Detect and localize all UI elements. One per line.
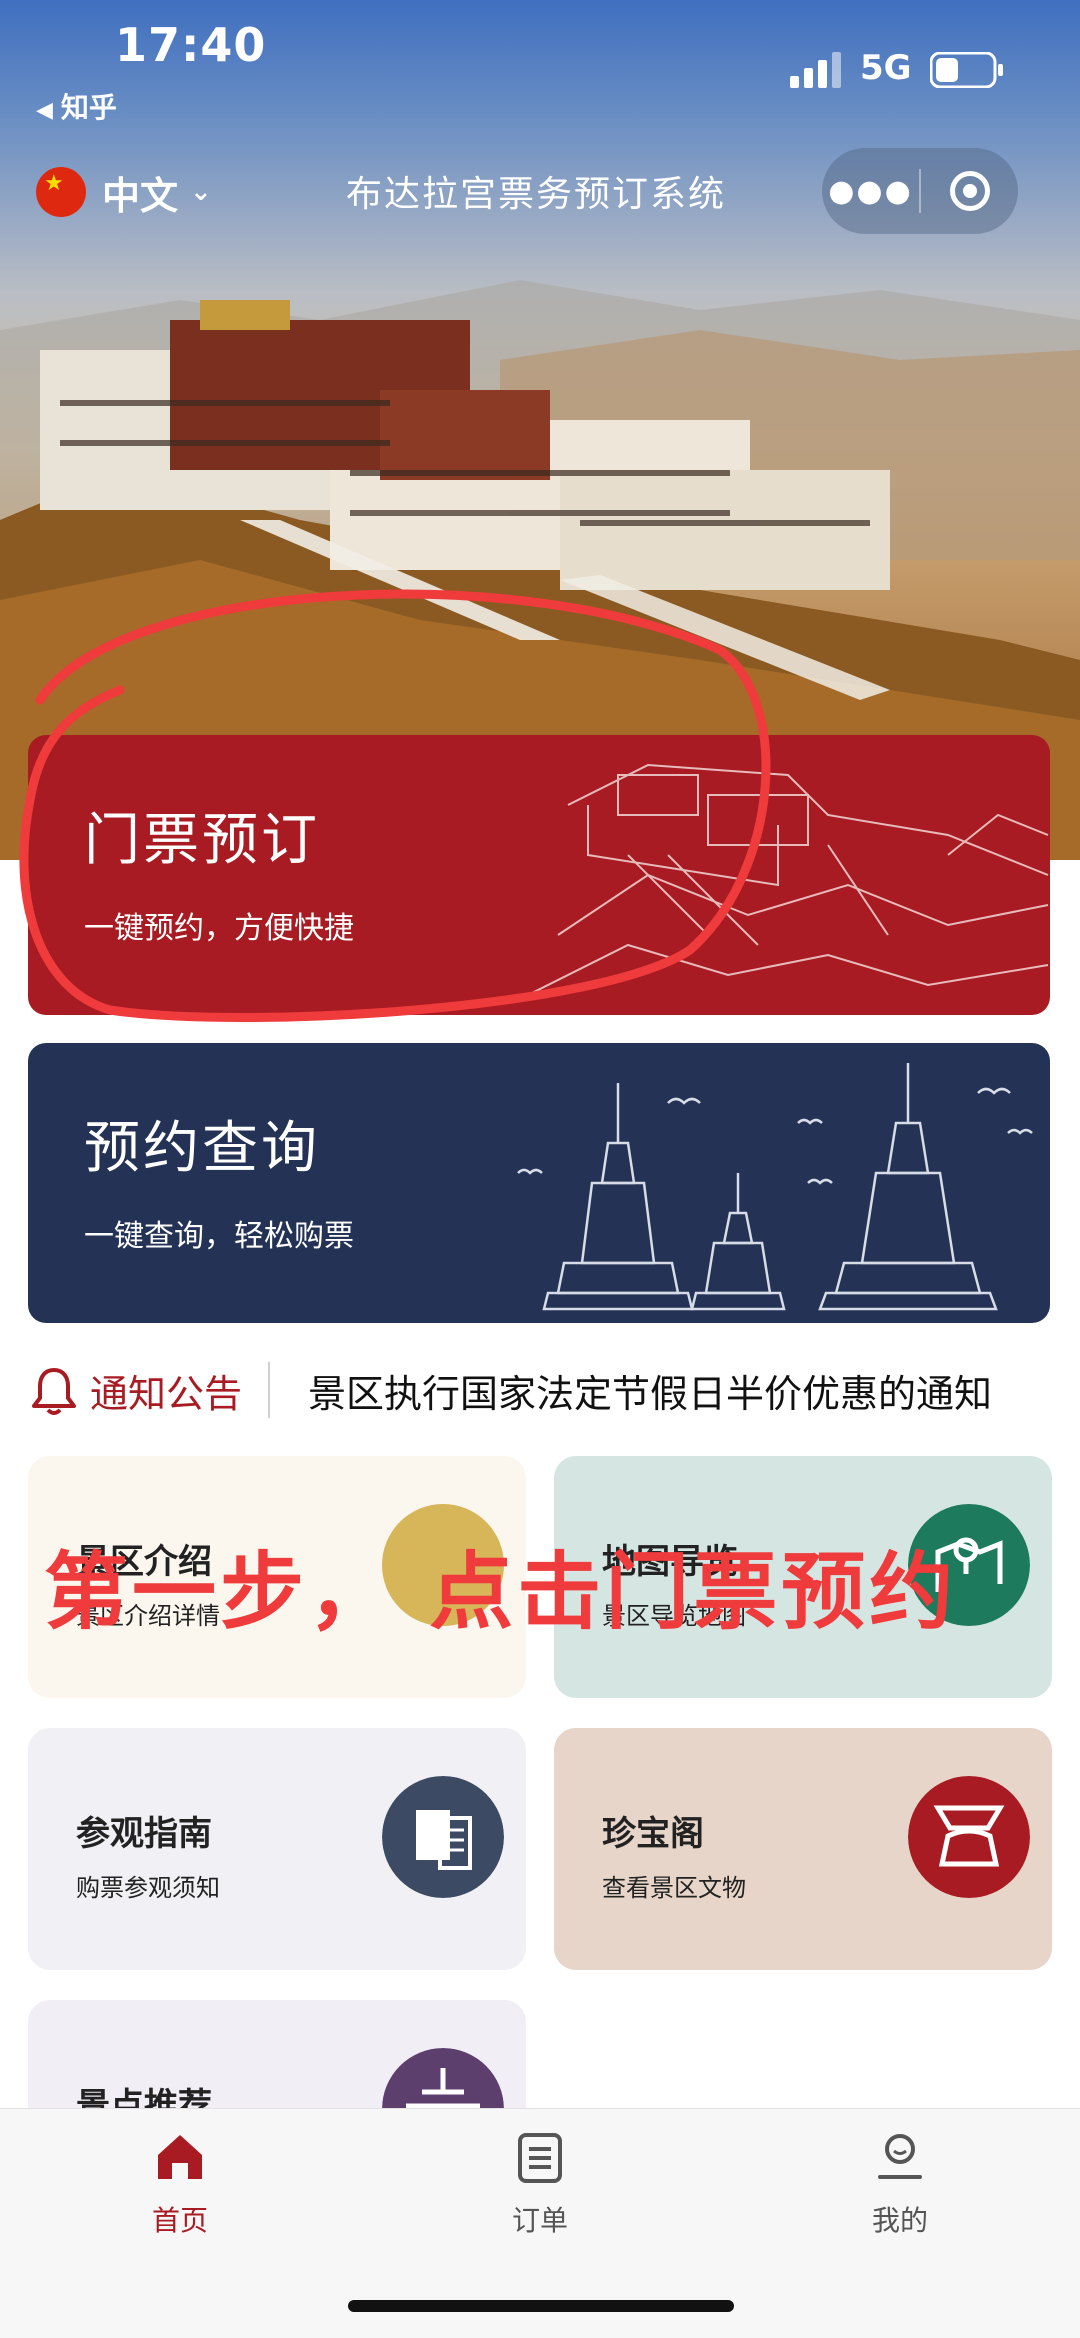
notice-divider (268, 1362, 271, 1418)
visit-guide-title: 参观指南 (76, 1814, 212, 1854)
treasure-pavilion-subtitle: 查看景区文物 (602, 1874, 746, 1902)
treasure-pavilion-card[interactable]: 珍宝阁 查看景区文物 (554, 1728, 1052, 1970)
status-time: 17:40 (115, 18, 267, 72)
home-indicator (348, 2300, 734, 2312)
home-icon (158, 2135, 202, 2179)
orders-icon (518, 2133, 562, 2183)
tab-home[interactable]: 首页 (80, 2129, 280, 2239)
tab-orders[interactable]: 订单 (440, 2129, 640, 2239)
visit-guide-subtitle: 购票参观须知 (76, 1874, 220, 1902)
miniprogram-capsule: ●●● (822, 148, 1018, 234)
signal-icon (790, 52, 841, 88)
stupa-line-art-icon (517, 1063, 1033, 1311)
annotation-circle (19, 589, 771, 1022)
booking-query-card[interactable]: 预约查询 一键查询，轻松购票 (28, 1043, 1050, 1323)
battery-icon (930, 52, 1003, 88)
chevron-down-icon: ⌄ (190, 177, 212, 207)
annotation-instruction: 第一步， 点击门票预约 (44, 1543, 958, 1641)
close-miniprogram-button[interactable] (921, 171, 1018, 211)
profile-icon (878, 2134, 922, 2179)
tab-profile-label: 我的 (871, 2204, 928, 2237)
bell-icon (32, 1368, 76, 1415)
back-to-app-link[interactable]: ◀ 知乎 (36, 86, 117, 126)
notice-label: 通知公告 (90, 1371, 243, 1416)
tab-orders-label: 订单 (511, 2204, 568, 2237)
artifact-icon (908, 1776, 1030, 1898)
china-flag-icon: ★ (36, 167, 86, 217)
language-selector[interactable]: ★ 中文 ⌄ (36, 162, 212, 222)
back-app-label: 知乎 (60, 91, 117, 124)
tab-profile[interactable]: 我的 (800, 2129, 1000, 2239)
treasure-pavilion-title: 珍宝阁 (602, 1814, 704, 1854)
page-title: 布达拉宫票务预订系统 (346, 174, 727, 215)
guide-book-icon (382, 1776, 504, 1898)
booking-query-title: 预约查询 (84, 1116, 320, 1181)
tab-home-label: 首页 (151, 2204, 208, 2237)
language-label: 中文 (102, 173, 179, 218)
more-icon[interactable]: ●●● (822, 174, 919, 209)
visit-guide-card[interactable]: 参观指南 购票参观须知 (28, 1728, 526, 1970)
notice-text: 景区执行国家法定节假日半价优惠的通知 (308, 1371, 993, 1416)
network-type: 5G (860, 48, 912, 88)
notice-bar[interactable]: 通知公告 景区执行国家法定节假日半价优惠的通知 (30, 1350, 1050, 1430)
booking-query-subtitle: 一键查询，轻松购票 (84, 1219, 354, 1254)
target-icon (949, 171, 990, 211)
back-triangle-icon: ◀ (36, 98, 53, 123)
